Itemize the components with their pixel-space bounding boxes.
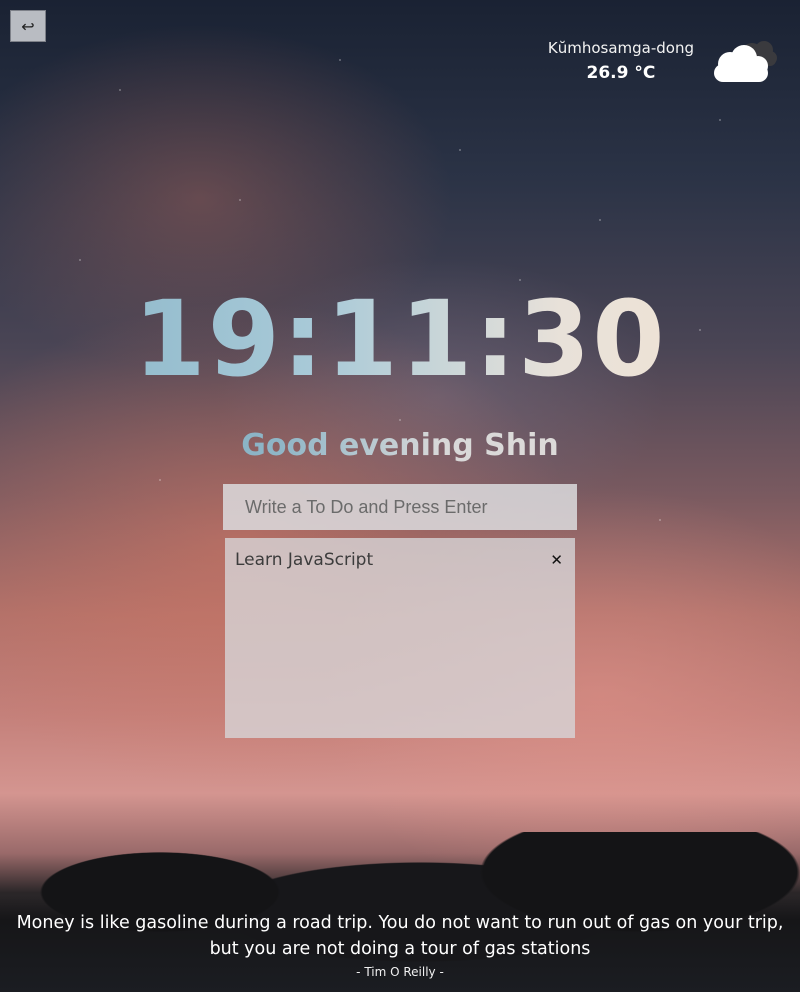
todo-item-text: Learn JavaScript	[235, 550, 374, 570]
cloud-icon	[714, 41, 777, 82]
quote-author: - Tim O Reilly -	[356, 965, 444, 979]
todo-list: Learn JavaScript ✕	[225, 538, 575, 738]
greeting-text: Good evening Shin	[0, 428, 800, 463]
todo-input[interactable]	[223, 484, 577, 530]
back-button[interactable]: ↩	[10, 10, 46, 42]
quote-text: Money is like gasoline during a road tri…	[16, 913, 784, 959]
weather-temperature: 26.9 °C	[586, 63, 656, 83]
weather-city: Kŭmhosamga-dong	[547, 39, 694, 57]
todo-item: Learn JavaScript ✕	[225, 538, 575, 570]
clock-display: 19:11:30	[0, 278, 800, 400]
close-icon[interactable]: ✕	[550, 551, 565, 569]
return-arrow-icon: ↩	[21, 16, 35, 36]
weather-widget: Kŭmhosamga-dong 26.9 °C	[548, 34, 780, 88]
